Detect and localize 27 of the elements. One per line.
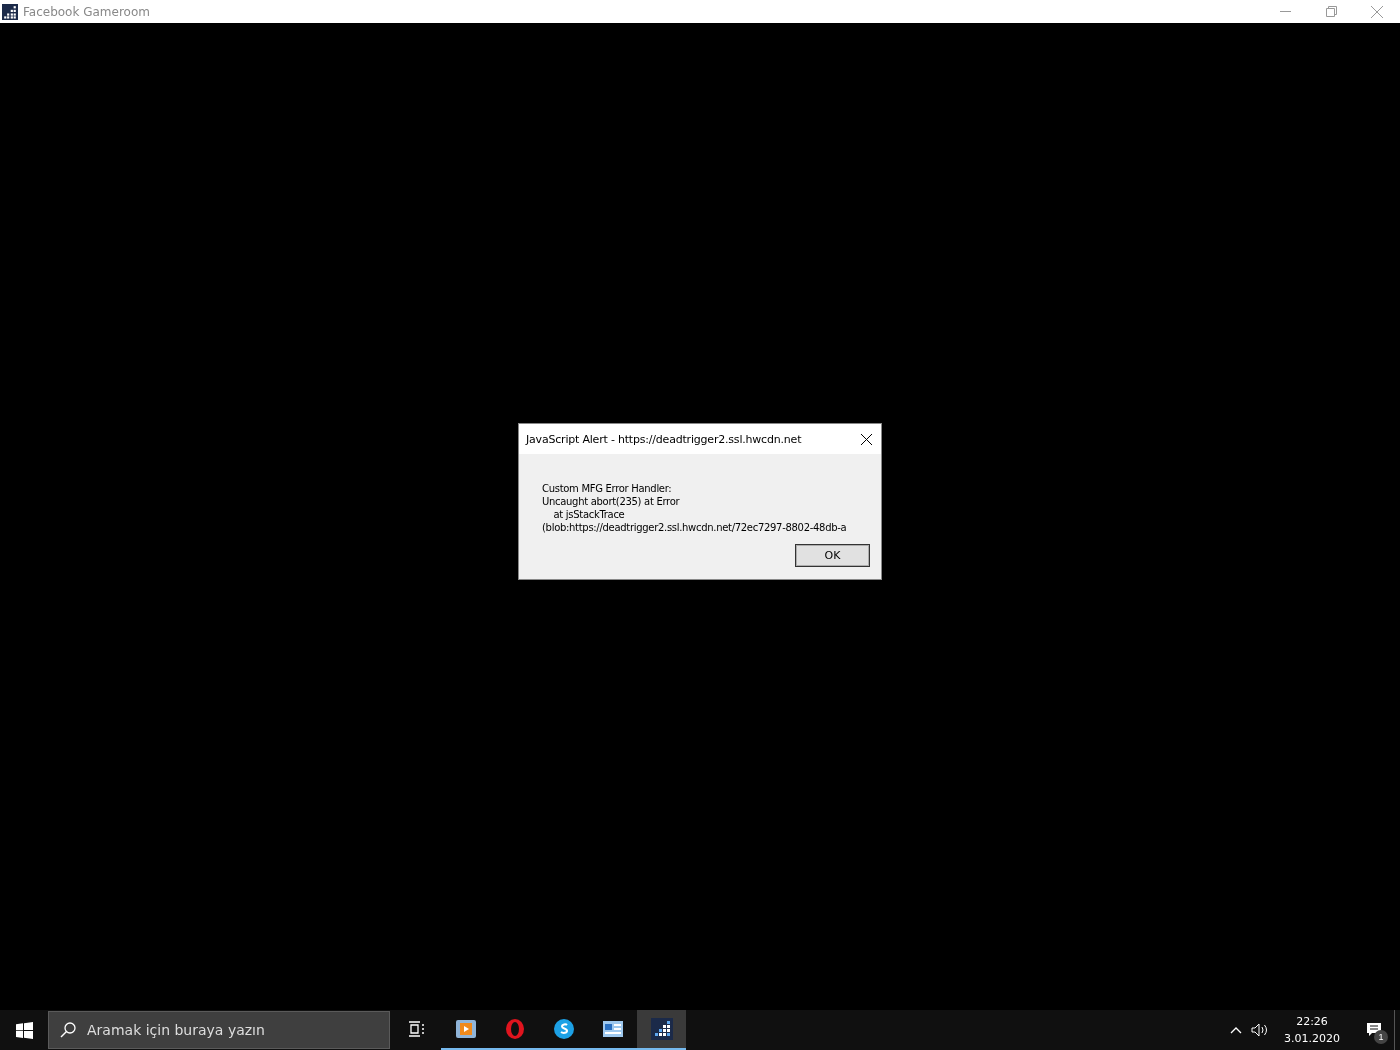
clock-date: 3.01.2020 <box>1284 1031 1340 1047</box>
close-icon <box>860 433 872 445</box>
ok-button[interactable]: OK <box>795 544 870 567</box>
caret-up-icon <box>1230 1026 1242 1034</box>
task-view-icon <box>407 1021 426 1037</box>
gameroom-icon <box>650 1018 673 1040</box>
message-line: (blob:https://deadtrigger2.ssl.hwcdn.net/72ec7297-8802-48db-a <box>542 521 848 534</box>
control-panel-icon <box>601 1019 624 1039</box>
windows-logo-icon <box>15 1021 33 1039</box>
dialog-title: JavaScript Alert - https://deadtrigger2.ssl.hwcdn.net <box>526 432 803 446</box>
search-icon <box>60 1022 76 1038</box>
message-line: Custom MFG Error Handler: <box>542 482 673 495</box>
minimize-icon <box>1279 11 1291 12</box>
media-player-icon <box>454 1018 477 1040</box>
close-icon <box>1371 5 1383 18</box>
message-line: at jsStackTrace <box>552 508 626 521</box>
notifications-button[interactable]: 1 <box>1354 1010 1394 1050</box>
speaker-icon <box>1251 1023 1269 1037</box>
search-field[interactable]: Aramak için buraya yazın <box>48 1011 390 1049</box>
notification-count: 1 <box>1374 1030 1388 1044</box>
clock-time: 22:26 <box>1296 1014 1328 1030</box>
message-line: Uncaught abort(235) at Error <box>542 495 681 508</box>
opera-icon <box>503 1018 526 1040</box>
skype-icon <box>552 1018 575 1040</box>
window-title: Facebook Gameroom <box>23 4 151 19</box>
restore-icon <box>1325 6 1337 17</box>
taskbar-app-button[interactable] <box>637 1010 686 1050</box>
